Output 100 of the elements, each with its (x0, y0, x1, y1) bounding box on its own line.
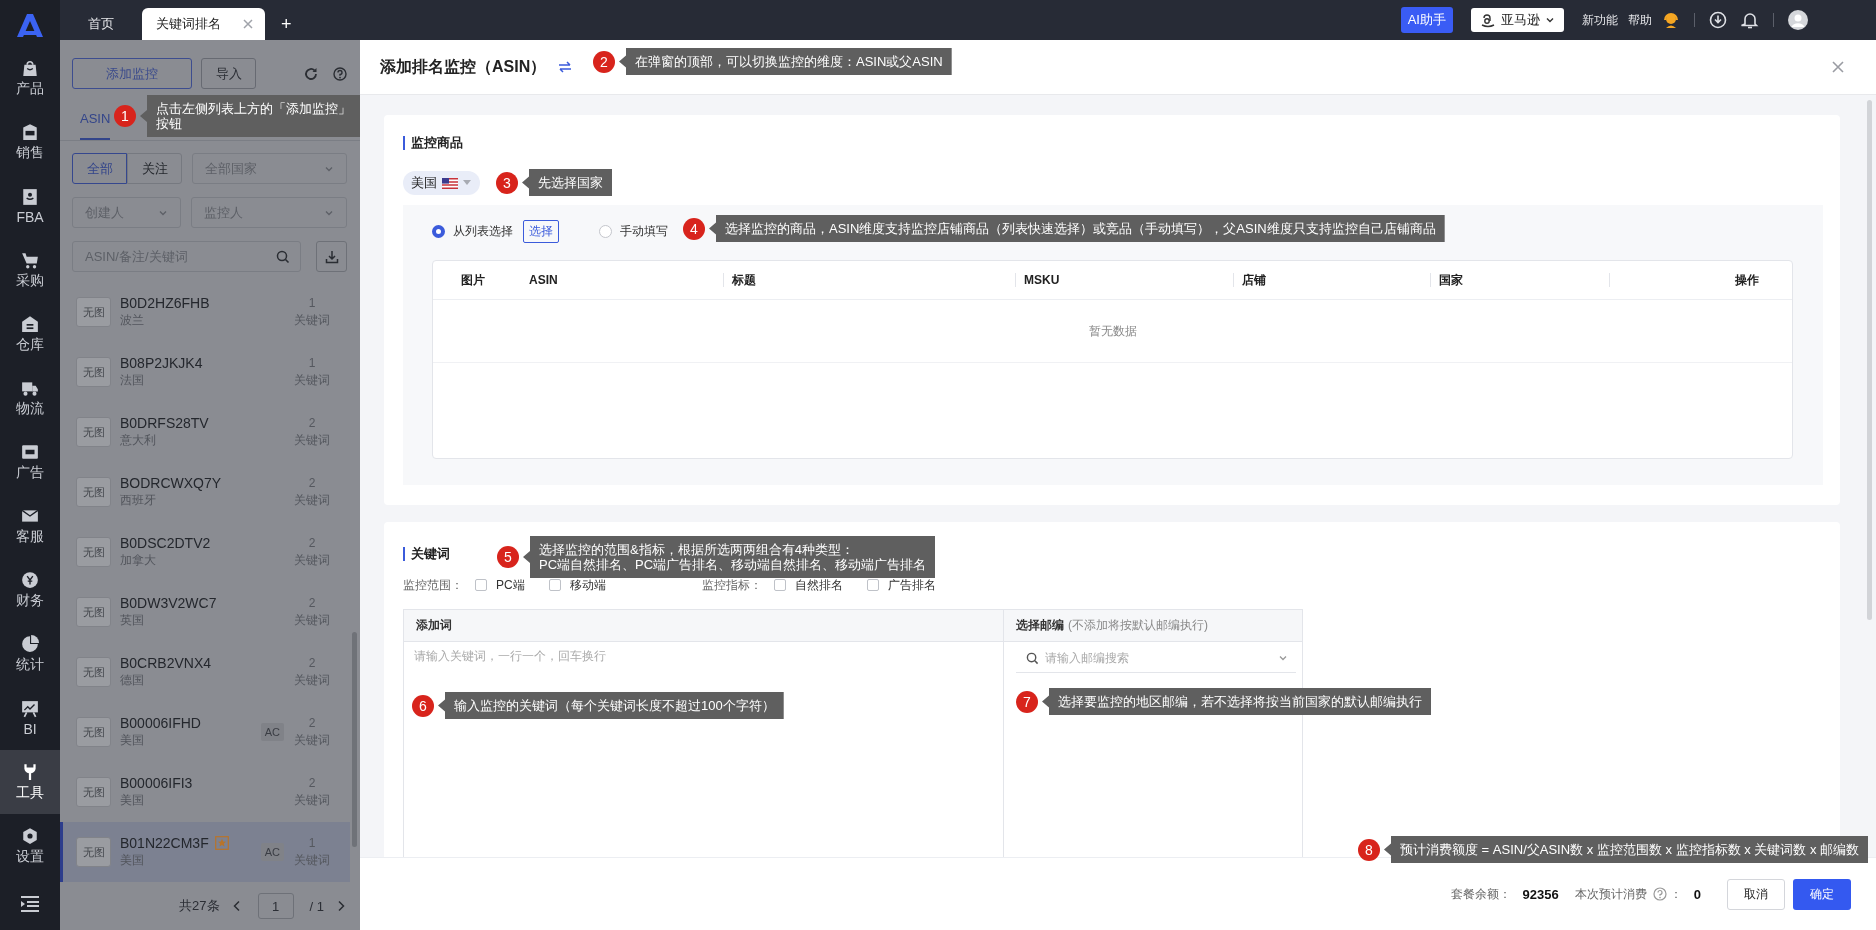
checkbox-label[interactable]: 自然排名 (794, 576, 843, 594)
page-total: / 1 (309, 898, 324, 914)
tag-icon (21, 122, 39, 141)
asin-text: B00006IFHD (120, 715, 201, 731)
nav-item[interactable]: 客服 (0, 494, 60, 558)
page-tab[interactable]: 首页 (70, 8, 132, 40)
no-image-placeholder: 无图 (76, 537, 111, 567)
no-image-placeholder: 无图 (76, 297, 111, 327)
refresh-icon[interactable] (304, 66, 318, 81)
top-link[interactable]: 新功能 (1582, 11, 1618, 29)
option-label: 监控指标： (701, 576, 762, 594)
ai-assistant-button[interactable]: AI助手 (1400, 7, 1453, 33)
box-icon (21, 187, 39, 206)
radio-button[interactable] (432, 224, 445, 238)
radio-label[interactable]: 手动填写 (620, 222, 668, 240)
radio-button[interactable] (599, 224, 612, 238)
section-title: 监控商品 (403, 136, 1823, 150)
no-image-placeholder: 无图 (76, 837, 111, 867)
radio-label[interactable]: 从列表选择 (453, 222, 513, 240)
coin-icon (21, 570, 39, 589)
chevron-down-icon (1278, 653, 1288, 663)
nav-item[interactable]: 物流 (0, 366, 60, 430)
search-icon (276, 249, 290, 264)
nav-item[interactable]: 统计 (0, 622, 60, 686)
column-header: 店铺 (1233, 273, 1430, 287)
scrollbar-thumb[interactable] (1867, 100, 1872, 620)
swap-icon[interactable] (558, 61, 573, 73)
select-button[interactable]: 选择 (523, 219, 559, 243)
nav-item[interactable]: 工具 (0, 750, 60, 814)
callout-text: 预计消费额度 = ASIN/父ASIN数 x 监控范围数 x 监控指标数 x 关键词数 x 邮编数 (1400, 842, 1859, 857)
asin-text: B00006IFI3 (120, 775, 193, 791)
asin-text: B01N22CM3F (120, 835, 209, 851)
column-header: ASIN (528, 273, 559, 287)
country-select[interactable]: 美国 (403, 171, 480, 195)
bell-icon[interactable] (1741, 11, 1759, 29)
confirm-button[interactable]: 确定 (1793, 878, 1851, 910)
balance-value: 92356 (1522, 886, 1559, 902)
callout-text: 点击左侧列表上方的「添加监控」 (156, 101, 351, 116)
page-tab[interactable]: 关键词排名 (142, 8, 265, 40)
help-icon[interactable] (1652, 887, 1667, 901)
checkbox-label[interactable]: 广告排名 (887, 576, 936, 594)
column-header: 国家 (1430, 273, 1609, 287)
chevron-left-icon[interactable] (231, 900, 242, 912)
no-image-placeholder: 无图 (76, 717, 111, 747)
square-icon (21, 442, 39, 461)
import-button[interactable]: 导入 (201, 58, 256, 89)
filter-segment[interactable]: 关注 (127, 153, 182, 184)
nav-item[interactable]: FBA (0, 174, 60, 238)
column-header: 操作 (1609, 273, 1792, 287)
callout-text: 输入监控的关键词（每个关键词长度不超过100个字符） (454, 698, 775, 713)
checkbox[interactable] (548, 579, 561, 591)
checkbox-label[interactable]: PC端 (496, 576, 525, 594)
close-icon[interactable] (1832, 61, 1844, 73)
zip-search-field[interactable]: 请输入邮编搜索 (1016, 644, 1296, 673)
pie-chart-icon (21, 634, 39, 653)
export-button[interactable] (316, 241, 347, 272)
scrollbar-thumb[interactable] (352, 632, 357, 847)
asin-text: B0CRB2VNX4 (120, 655, 212, 671)
smile-icon (1480, 12, 1496, 28)
cancel-button[interactable]: 取消 (1727, 878, 1785, 910)
empty-text: 暂无数据 (1088, 322, 1137, 340)
nav-item[interactable]: 财务 (0, 558, 60, 622)
checkbox-label[interactable]: 移动端 (569, 576, 606, 594)
column-header: MSKU (1015, 273, 1233, 287)
collapse-menu-icon[interactable] (20, 895, 40, 913)
nav-item[interactable]: 设置 (0, 814, 60, 878)
option-label: 监控范围： (403, 576, 463, 594)
no-image-placeholder: 无图 (76, 777, 111, 807)
tag: AC (260, 723, 284, 741)
checkbox[interactable] (475, 579, 487, 591)
estimate-value: 0 (1693, 886, 1701, 902)
close-icon[interactable] (243, 19, 253, 29)
nav-item[interactable]: BI (0, 686, 60, 750)
checkbox[interactable] (866, 579, 879, 591)
nav-item[interactable]: 采购 (0, 238, 60, 302)
download-icon[interactable] (1709, 11, 1727, 29)
asin-text: B0D2HZ6FHB (120, 295, 210, 311)
estimate-label: 本次预计消费 (1574, 885, 1647, 903)
avatar-icon[interactable] (1788, 10, 1808, 30)
page-input[interactable]: 1 (257, 893, 294, 919)
no-image-placeholder: 无图 (76, 657, 111, 687)
callout-text: 先选择国家 (538, 175, 603, 190)
checkbox[interactable] (773, 579, 786, 591)
help-icon[interactable] (333, 66, 347, 81)
nav-item[interactable]: 销售 (0, 110, 60, 174)
nav-item[interactable]: 仓库 (0, 302, 60, 366)
callout-text: 按钮 (156, 116, 183, 131)
nav-item[interactable]: 广告 (0, 430, 60, 494)
column-header: 标题 (723, 273, 1015, 287)
no-image-placeholder: 无图 (76, 477, 111, 507)
new-tab-button[interactable]: + (275, 8, 298, 40)
chevron-right-icon[interactable] (336, 900, 346, 912)
house-icon (21, 314, 39, 333)
asin-text: B0DRFS28TV (120, 415, 209, 431)
headset-icon[interactable] (1662, 11, 1680, 29)
top-link[interactable]: 帮助 (1628, 11, 1652, 29)
callout-text: 选择监控的商品，ASIN维度支持监控店铺商品（列表快速选择）或竞品（手动填写），父ASIN维度只支持监控自己店铺商品 (725, 221, 1436, 236)
search-icon (1026, 651, 1039, 665)
platform-select[interactable]: 亚马逊 (1471, 8, 1564, 32)
nav-item[interactable]: 产品 (0, 46, 60, 110)
